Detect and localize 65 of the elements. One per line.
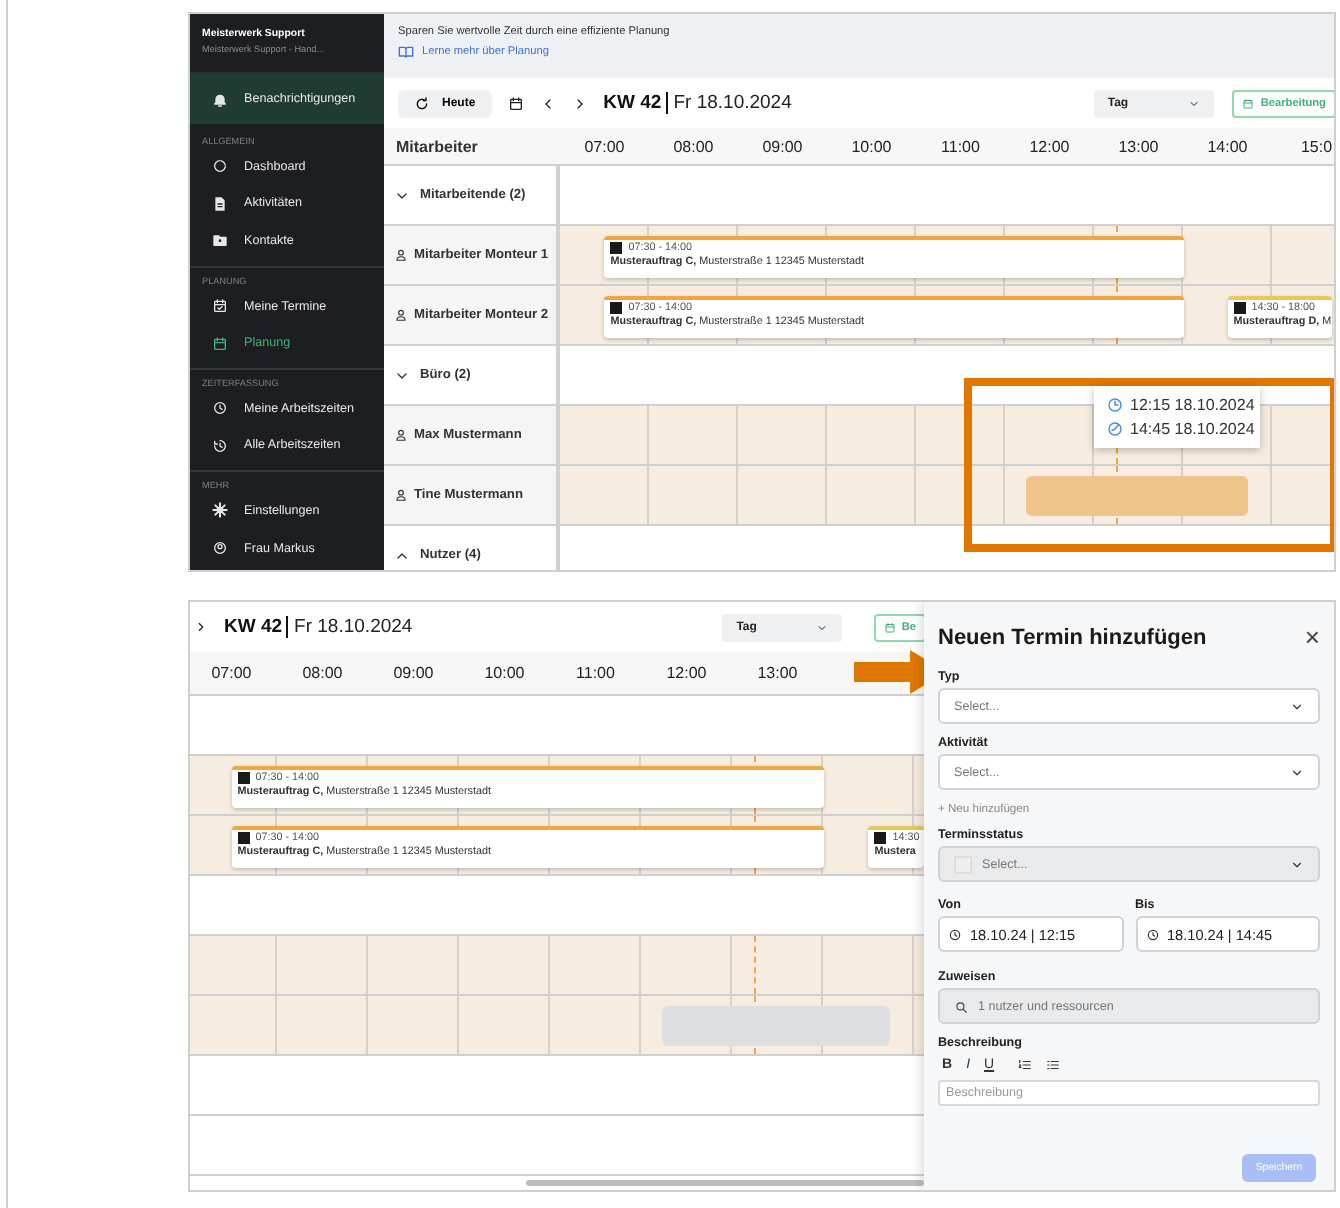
- book-icon: [398, 44, 414, 60]
- end-clock-icon: [1106, 420, 1124, 438]
- calendar-icon: [212, 298, 228, 315]
- calendar-icon: [212, 335, 228, 352]
- clock-icon: [212, 400, 228, 417]
- ring-icon: [212, 158, 228, 175]
- hour-label: 14:00: [1205, 137, 1250, 155]
- hour-label: 11:00: [574, 664, 617, 682]
- bell-icon: [212, 91, 228, 107]
- clock-icon: [948, 927, 962, 941]
- hour-label: 15:0: [1298, 137, 1334, 155]
- date-label: Fr 18.10.2024: [286, 616, 413, 638]
- hour-label: 11:00: [939, 137, 982, 155]
- list-icon: [1046, 1058, 1061, 1072]
- hour-label: 12:00: [1027, 137, 1072, 155]
- square-icon: [1233, 302, 1246, 314]
- week-number: KW 42: [224, 616, 283, 638]
- end-time: 14:45 18.10.2024: [1130, 420, 1255, 438]
- chevron-down-icon: [1290, 765, 1304, 779]
- person-icon: [394, 248, 408, 262]
- hour-label: 13:00: [1116, 137, 1161, 155]
- chevron-down-icon: [1290, 699, 1304, 713]
- user-icon: [212, 540, 228, 557]
- column-header: Mitarbeiter: [394, 137, 480, 155]
- hour-label: 07:00: [582, 137, 627, 155]
- history-icon: [212, 437, 228, 454]
- drawer-title: Neuen Termin hinzufügen: [938, 625, 1207, 649]
- hour-label: 10:00: [482, 664, 527, 682]
- square-icon: [610, 242, 623, 254]
- calendar-icon: [883, 621, 896, 633]
- numbered-list-icon: [1018, 1058, 1033, 1072]
- hour-label: 08:00: [671, 137, 716, 155]
- folder-icon: [212, 232, 228, 249]
- start-clock-icon: [1106, 396, 1124, 414]
- calendar-icon: [1242, 97, 1255, 109]
- hour-label: 13:00: [755, 664, 800, 682]
- refresh-icon: [414, 95, 430, 111]
- date-label: Fr 18.10.2024: [665, 92, 792, 114]
- calendar-icon: [507, 95, 524, 111]
- search-icon: [954, 999, 968, 1013]
- person-icon: [394, 488, 408, 502]
- hour-label: 10:00: [849, 137, 894, 155]
- chevron-down-icon: [816, 621, 829, 633]
- hour-label: 07:00: [209, 664, 254, 682]
- person-icon: [394, 428, 408, 442]
- scrollbar-thumb[interactable]: [526, 1180, 924, 1186]
- document-icon: [212, 195, 228, 212]
- square-icon: [610, 302, 623, 314]
- clock-icon: [1145, 927, 1159, 941]
- square-icon: [874, 832, 887, 844]
- arrow-icon: [854, 650, 924, 694]
- settings-icon: [212, 502, 228, 519]
- person-icon: [394, 308, 408, 322]
- square-icon: [237, 832, 250, 844]
- chevron-down-icon: [1290, 857, 1304, 871]
- hour-label: 08:00: [300, 664, 345, 682]
- start-time: 12:15 18.10.2024: [1130, 396, 1255, 414]
- hour-label: 09:00: [391, 664, 436, 682]
- square-icon: [237, 772, 250, 784]
- hour-label: 12:00: [664, 664, 709, 682]
- chevron-down-icon: [1187, 97, 1200, 109]
- close-button[interactable]: ×: [1304, 624, 1320, 650]
- chevron-right-icon: [194, 620, 208, 634]
- hour-label: 09:00: [760, 137, 805, 155]
- week-number: KW 42: [603, 92, 662, 114]
